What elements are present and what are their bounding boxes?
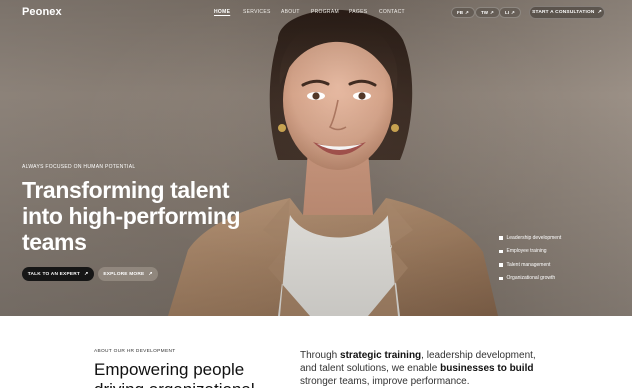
hero-section: Peonex HOME SERVICES ABOUT PROGRAM PAGES…: [0, 0, 632, 316]
hero-eyebrow: ALWAYS FOCUSED ON HUMAN POTENTIAL: [22, 164, 136, 170]
nav-item-pages[interactable]: PAGES: [349, 9, 379, 15]
nav-item-program[interactable]: PROGRAM: [311, 9, 349, 15]
list-item: Talent management: [499, 258, 561, 272]
explore-more-button[interactable]: EXPLORE MORE ↗: [98, 267, 158, 281]
service-label: Organizational growth: [506, 275, 556, 282]
talk-to-expert-button[interactable]: TALK TO AN EXPERT ↗: [22, 267, 94, 281]
about-text-bold: strategic training: [340, 350, 422, 361]
about-description: Through strategic training, leadership d…: [300, 349, 540, 388]
arrow-up-right-icon: ↗: [597, 10, 602, 15]
main-menu: HOME SERVICES ABOUT PROGRAM PAGES CONTAC…: [214, 9, 419, 15]
about-text-part: stronger teams, improve performance.: [300, 376, 470, 387]
list-item: Employee training: [499, 245, 561, 259]
service-label: Leadership development: [506, 234, 562, 241]
page: Peonex HOME SERVICES ABOUT PROGRAM PAGES…: [0, 0, 632, 388]
start-consultation-button[interactable]: START A CONSULTATION ↗: [529, 6, 605, 19]
service-label: Employee training: [506, 248, 547, 255]
start-consultation-label: START A CONSULTATION: [532, 10, 595, 15]
nav-item-contact[interactable]: CONTACT: [379, 9, 419, 15]
services-list: Leadership development Employee training…: [499, 231, 561, 285]
hero-headline-line-3: teams: [22, 229, 87, 255]
explore-more-label: EXPLORE MORE: [103, 271, 145, 277]
service-label: Talent management: [506, 261, 551, 268]
square-bullet-icon: [499, 263, 503, 267]
about-text-part: Through: [300, 350, 341, 361]
social-linkedin-label: LI: [505, 10, 509, 15]
talk-to-expert-label: TALK TO AN EXPERT: [27, 271, 81, 277]
list-item: Leadership development: [499, 231, 561, 245]
about-eyebrow: ABOUT OUR HR DEVELOPMENT: [94, 349, 176, 354]
social-linkedin-link[interactable]: LI ↗: [499, 7, 521, 18]
about-text-bold: businesses to build: [440, 363, 534, 374]
arrow-up-right-icon: ↗: [465, 10, 469, 15]
arrow-up-right-icon: ↗: [148, 271, 153, 277]
nav-item-about[interactable]: ABOUT: [281, 9, 311, 15]
square-bullet-icon: [499, 249, 503, 253]
about-title: Empowering people driving organizational: [94, 360, 255, 388]
hero-headline-line-2: into high-performing: [22, 203, 241, 229]
arrow-up-right-icon: ↗: [490, 10, 494, 15]
square-bullet-icon: [499, 276, 503, 280]
top-navigation: Peonex HOME SERVICES ABOUT PROGRAM PAGES…: [0, 0, 632, 26]
nav-item-services[interactable]: SERVICES: [243, 9, 281, 15]
nav-item-home[interactable]: HOME: [214, 9, 243, 15]
brand-logo[interactable]: Peonex: [22, 6, 62, 18]
hero-headline: Transforming talent into high-performing…: [22, 177, 282, 255]
square-bullet-icon: [499, 236, 503, 240]
hero-headline-line-1: Transforming talent: [22, 177, 230, 203]
social-facebook-label: FB: [457, 10, 463, 15]
list-item: Organizational growth: [499, 272, 561, 286]
arrow-up-right-icon: ↗: [511, 10, 515, 15]
arrow-up-right-icon: ↗: [84, 271, 89, 277]
social-twitter-link[interactable]: TW ↗: [475, 7, 500, 18]
social-facebook-link[interactable]: FB ↗: [451, 7, 475, 18]
social-twitter-label: TW: [481, 10, 488, 15]
